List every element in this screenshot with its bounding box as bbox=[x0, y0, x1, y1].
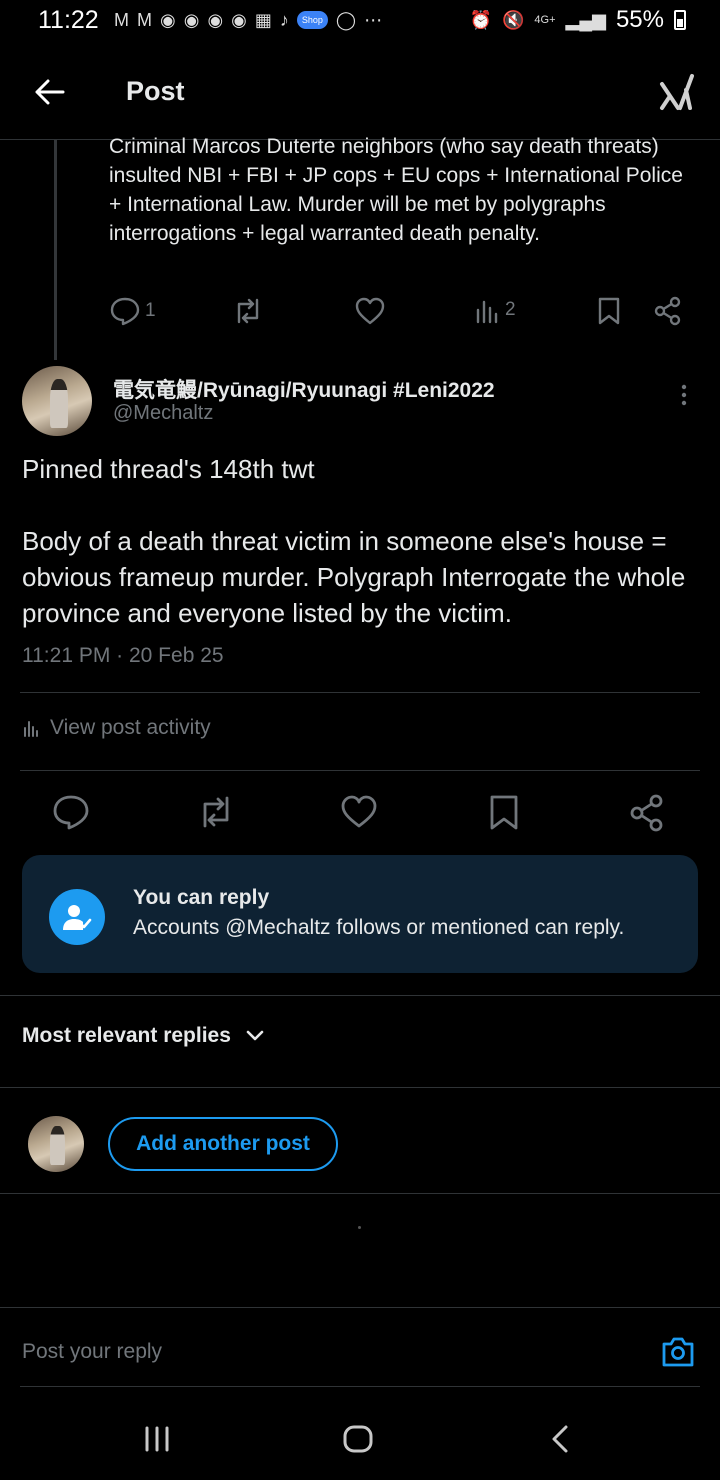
more-options-button[interactable] bbox=[676, 383, 692, 407]
user-avatar[interactable] bbox=[28, 1116, 84, 1172]
reply-sort-label: Most relevant replies bbox=[22, 1024, 231, 1047]
like-button[interactable] bbox=[354, 296, 386, 326]
mute-icon: 🔇 bbox=[501, 10, 525, 30]
heart-icon bbox=[355, 297, 385, 325]
repost-icon bbox=[203, 796, 229, 828]
post-timestamp: 11:21 PM · 20 Feb 25 bbox=[22, 644, 224, 667]
heart-icon bbox=[341, 795, 377, 828]
battery-icon bbox=[674, 10, 686, 30]
bookmark-button[interactable] bbox=[596, 296, 622, 326]
share-button[interactable] bbox=[629, 794, 665, 837]
like-button[interactable] bbox=[340, 794, 378, 835]
view-count: 2 bbox=[505, 299, 516, 320]
bookmark-icon bbox=[598, 297, 620, 325]
divider bbox=[20, 770, 700, 771]
system-icons: ⏰ 🔇 4G+ ▂▄▆ 55% bbox=[470, 6, 686, 34]
grok-icon bbox=[660, 74, 694, 110]
reply-count: 1 bbox=[145, 300, 156, 321]
signal-icon: ▂▄▆ bbox=[565, 10, 606, 30]
discord-icon: ◉ bbox=[160, 10, 176, 30]
bar-chart-icon bbox=[24, 721, 38, 737]
tiktok-icon: ♪ bbox=[279, 10, 289, 30]
repost-button[interactable] bbox=[231, 296, 265, 326]
bookmark-icon bbox=[490, 795, 518, 830]
chevron-left-icon bbox=[552, 1425, 568, 1453]
author-handle[interactable]: @Mechaltz bbox=[113, 402, 213, 425]
previous-post-text[interactable]: Criminal Marcos Duterte neighbors (who s… bbox=[109, 132, 699, 248]
reply-icon bbox=[110, 297, 140, 326]
avatar-figure bbox=[50, 378, 69, 428]
page-title: Post bbox=[126, 76, 185, 106]
divider bbox=[0, 1307, 720, 1308]
author-name[interactable]: 電気竜鰻/Ryūnagi/Ryuunagi #Leni2022 bbox=[113, 374, 495, 404]
avatar-figure bbox=[50, 1126, 65, 1166]
camera-icon bbox=[662, 1337, 694, 1367]
thread-connector bbox=[54, 140, 57, 360]
reply-permission-title: You can reply bbox=[133, 886, 270, 909]
bar-chart-icon bbox=[476, 300, 498, 324]
reply-button[interactable]: 1 bbox=[109, 296, 156, 326]
system-navigation-bar bbox=[0, 1400, 720, 1480]
repost-icon bbox=[237, 298, 259, 324]
gmail-icon: M bbox=[137, 10, 152, 30]
top-app-bar: Post bbox=[0, 44, 720, 140]
battery-percent: 55% bbox=[615, 6, 664, 33]
notification-icons: M M ◉ ◉ ◉ ◉ ▦ ♪ Shop ◯ ⋯ bbox=[114, 8, 382, 32]
shop-app-icon: Shop bbox=[296, 11, 328, 29]
reply-input[interactable]: Post your reply bbox=[22, 1340, 162, 1364]
reply-permission-icon-badge bbox=[49, 889, 105, 945]
recent-apps-button[interactable] bbox=[143, 1425, 171, 1458]
instagram-icon: ◯ bbox=[335, 10, 357, 30]
back-nav-button[interactable] bbox=[548, 1424, 572, 1459]
home-button[interactable] bbox=[342, 1424, 374, 1459]
post-body-text: Pinned thread's 148th twt Body of a deat… bbox=[22, 454, 686, 628]
author-avatar[interactable] bbox=[22, 366, 92, 436]
bookmark-button[interactable] bbox=[488, 794, 520, 837]
gmail-icon: M bbox=[114, 10, 129, 30]
recent-apps-icon bbox=[145, 1426, 169, 1452]
back-button[interactable] bbox=[30, 72, 70, 112]
arrow-left-icon bbox=[35, 79, 65, 105]
discord-icon: ◉ bbox=[183, 10, 200, 30]
divider bbox=[20, 1386, 700, 1387]
status-time: 11:22 bbox=[38, 6, 99, 34]
discord-icon: ◉ bbox=[231, 10, 247, 30]
repost-button[interactable] bbox=[195, 794, 237, 835]
grok-button[interactable] bbox=[656, 72, 696, 112]
reply-button[interactable] bbox=[52, 794, 90, 835]
reply-permission-card: You can reply Accounts @Mechaltz follows… bbox=[22, 855, 698, 973]
share-icon bbox=[654, 296, 681, 326]
divider bbox=[20, 692, 700, 693]
divider bbox=[0, 995, 720, 996]
status-bar: 11:22 M M ◉ ◉ ◉ ◉ ▦ ♪ Shop ◯ ⋯ ⏰ 🔇 4G+ ▂… bbox=[0, 0, 720, 44]
post-action-bar bbox=[0, 790, 720, 840]
share-icon bbox=[630, 794, 663, 832]
loading-indicator bbox=[358, 1226, 361, 1229]
add-another-post-button[interactable]: Add another post bbox=[108, 1117, 338, 1171]
user-check-icon bbox=[63, 905, 92, 930]
discord-icon: ◉ bbox=[207, 10, 224, 30]
reply-permission-subtitle: Accounts @Mechaltz follows or mentioned … bbox=[133, 916, 625, 939]
alarm-icon: ⏰ bbox=[469, 10, 492, 30]
shopping-bag-icon: ▦ bbox=[254, 10, 272, 30]
more-notifications-icon: ⋯ bbox=[364, 10, 383, 30]
previous-post-actions: 1 2 bbox=[109, 296, 699, 328]
reply-sort-dropdown[interactable]: Most relevant replies bbox=[22, 1024, 265, 1048]
home-icon bbox=[343, 1425, 373, 1453]
views-button[interactable]: 2 bbox=[473, 296, 516, 324]
share-button[interactable] bbox=[653, 296, 683, 326]
divider bbox=[0, 1087, 720, 1088]
reply-icon bbox=[53, 795, 89, 830]
view-post-activity-label: View post activity bbox=[50, 716, 211, 739]
camera-button[interactable] bbox=[660, 1334, 696, 1370]
network-type-icon: 4G+ bbox=[534, 14, 556, 26]
more-vertical-icon bbox=[681, 384, 687, 406]
view-post-activity-button[interactable]: View post activity bbox=[22, 716, 211, 740]
chevron-down-icon bbox=[246, 1030, 264, 1041]
divider bbox=[0, 1193, 720, 1194]
